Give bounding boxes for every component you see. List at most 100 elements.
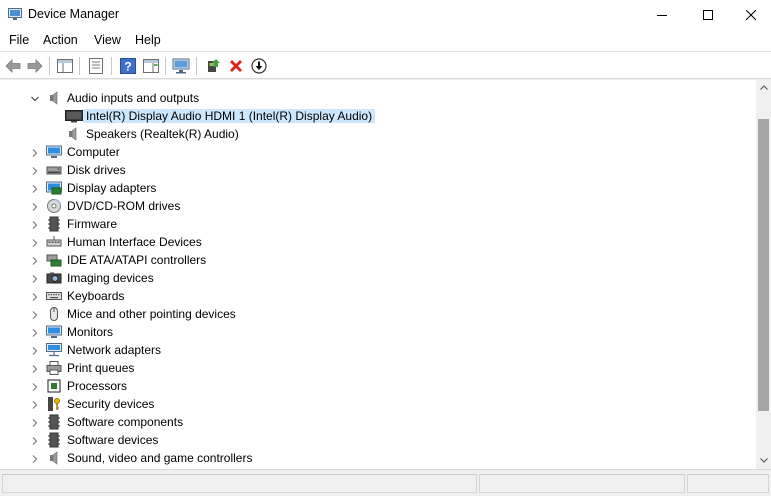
computer-icon: [46, 144, 62, 160]
device-label: Intel(R) Display Audio HDMI 1 (Intel(R) …: [83, 109, 376, 123]
tree-device-realtek-speakers[interactable]: Speakers (Realtek(R) Audio): [0, 125, 756, 143]
tree-category-software-components[interactable]: Software components: [0, 413, 756, 431]
category-label: IDE ATA/ATAPI controllers: [67, 253, 207, 267]
chevron-right-icon[interactable]: [30, 399, 40, 409]
category-label: Mice and other pointing devices: [67, 307, 236, 321]
action-pane-icon[interactable]: [141, 56, 161, 76]
chevron-right-icon[interactable]: [30, 381, 40, 391]
monitor-icon: [46, 324, 62, 340]
tree-category-dvd-cd-rom-drives[interactable]: DVD/CD-ROM drives: [0, 197, 756, 215]
category-label: Human Interface Devices: [67, 235, 202, 249]
scroll-down-arrow-icon[interactable]: [756, 452, 771, 469]
maximize-button[interactable]: [685, 0, 731, 30]
status-bar: [0, 469, 771, 496]
tree-category-processors[interactable]: Processors: [0, 377, 756, 395]
software-device-icon: [46, 432, 62, 448]
disk-drive-icon: [46, 162, 62, 178]
processor-icon: [46, 378, 62, 394]
speaker-icon: [46, 90, 62, 106]
mouse-icon: [46, 306, 62, 322]
update-driver-icon[interactable]: [203, 56, 223, 76]
category-label: Monitors: [67, 325, 114, 339]
category-label: Network adapters: [67, 343, 162, 357]
device-manager-icon: [8, 8, 22, 21]
tree-category-sound-video-game-controllers[interactable]: Sound, video and game controllers: [0, 449, 756, 467]
camera-icon: [46, 270, 62, 286]
forward-arrow-icon[interactable]: [25, 56, 45, 76]
category-label: DVD/CD-ROM drives: [67, 199, 181, 213]
window-title: Device Manager: [28, 7, 120, 21]
tree-category-network-adapters[interactable]: Network adapters: [0, 341, 756, 359]
scroll-up-arrow-icon[interactable]: [756, 79, 771, 96]
monitor-speaker-icon: [65, 108, 83, 124]
chevron-right-icon[interactable]: [30, 327, 40, 337]
category-label: Display adapters: [67, 181, 157, 195]
chevron-right-icon[interactable]: [30, 237, 40, 247]
enable-device-icon[interactable]: [249, 56, 269, 76]
menu-action[interactable]: Action: [41, 33, 80, 47]
tree-category-security-devices[interactable]: Security devices: [0, 395, 756, 413]
scroll-thumb[interactable]: [758, 119, 769, 411]
firmware-chip-icon: [46, 216, 62, 232]
tree-category-firmware[interactable]: Firmware: [0, 215, 756, 233]
status-pane-right: [687, 474, 769, 493]
properties-icon[interactable]: [86, 56, 106, 76]
chevron-right-icon[interactable]: [30, 219, 40, 229]
category-label: Sound, video and game controllers: [67, 451, 253, 465]
chevron-right-icon[interactable]: [30, 435, 40, 445]
tree-category-human-interface-devices[interactable]: Human Interface Devices: [0, 233, 756, 251]
tree-category-disk-drives[interactable]: Disk drives: [0, 161, 756, 179]
chevron-right-icon[interactable]: [30, 201, 40, 211]
tree-category-monitors[interactable]: Monitors: [0, 323, 756, 341]
tree-category-imaging-devices[interactable]: Imaging devices: [0, 269, 756, 287]
tree-category-audio-inputs-outputs[interactable]: Audio inputs and outputs: [0, 89, 756, 107]
chevron-right-icon[interactable]: [30, 345, 40, 355]
chevron-right-icon[interactable]: [30, 255, 40, 265]
scan-hardware-changes-icon[interactable]: [171, 56, 191, 76]
category-label: Print queues: [67, 361, 135, 375]
help-icon[interactable]: ?: [118, 56, 138, 76]
menu-view[interactable]: View: [92, 33, 123, 47]
category-label: Imaging devices: [67, 271, 154, 285]
chevron-right-icon[interactable]: [30, 147, 40, 157]
tree-category-print-queues[interactable]: Print queues: [0, 359, 756, 377]
minimize-button[interactable]: [639, 0, 685, 30]
device-tree[interactable]: Audio inputs and outputs Intel(R) Displa…: [0, 79, 756, 469]
software-component-icon: [46, 414, 62, 430]
close-button[interactable]: [731, 0, 771, 30]
svg-text:?: ?: [124, 60, 131, 74]
tree-category-mice[interactable]: Mice and other pointing devices: [0, 305, 756, 323]
printer-icon: [46, 360, 62, 376]
menu-help[interactable]: Help: [133, 33, 163, 47]
chevron-right-icon[interactable]: [30, 309, 40, 319]
chevron-right-icon[interactable]: [30, 417, 40, 427]
chevron-right-icon[interactable]: [30, 363, 40, 373]
menu-file[interactable]: File: [7, 33, 31, 47]
vertical-scrollbar[interactable]: [756, 79, 771, 469]
show-hide-console-tree-icon[interactable]: [55, 56, 75, 76]
chevron-right-icon[interactable]: [30, 165, 40, 175]
chevron-right-icon[interactable]: [30, 273, 40, 283]
chevron-right-icon[interactable]: [30, 183, 40, 193]
tree-category-software-devices[interactable]: Software devices: [0, 431, 756, 449]
category-label: Computer: [67, 145, 120, 159]
hid-icon: [46, 234, 62, 250]
title-bar[interactable]: Device Manager: [0, 0, 771, 30]
tree-category-keyboards[interactable]: Keyboards: [0, 287, 756, 305]
tree-device-intel-display-audio[interactable]: Intel(R) Display Audio HDMI 1 (Intel(R) …: [0, 107, 756, 125]
tree-category-computer[interactable]: Computer: [0, 143, 756, 161]
device-label: Speakers (Realtek(R) Audio): [86, 127, 239, 141]
chevron-right-icon[interactable]: [30, 291, 40, 301]
tree-category-display-adapters[interactable]: Display adapters: [0, 179, 756, 197]
chevron-right-icon[interactable]: [30, 453, 40, 463]
security-key-icon: [46, 396, 62, 412]
tree-category-ide-ata-atapi-controllers[interactable]: IDE ATA/ATAPI controllers: [0, 251, 756, 269]
uninstall-device-icon[interactable]: [226, 56, 246, 76]
status-pane-middle: [479, 474, 685, 493]
chevron-down-icon[interactable]: [30, 93, 40, 103]
speaker-icon: [46, 450, 62, 466]
category-label: Disk drives: [67, 163, 126, 177]
back-arrow-icon[interactable]: [3, 56, 23, 76]
menu-bar: File Action View Help: [0, 30, 771, 52]
status-pane-main: [2, 474, 477, 493]
